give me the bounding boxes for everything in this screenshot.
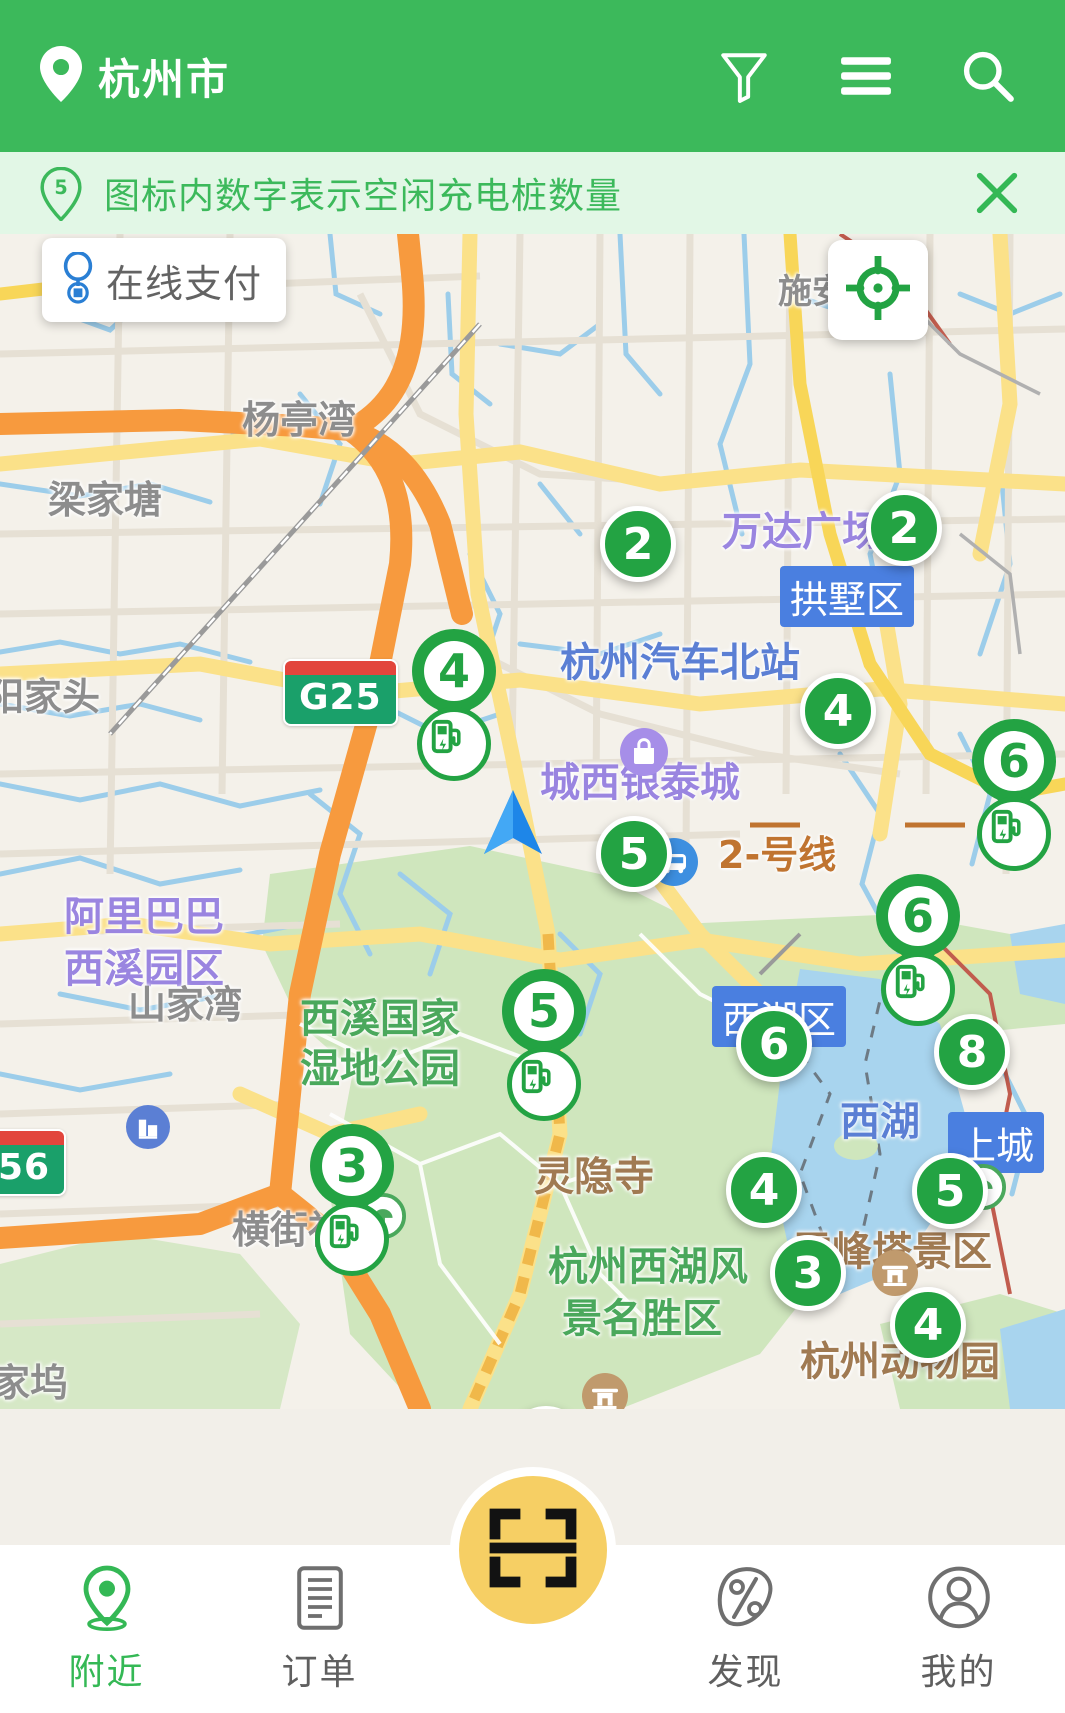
search-icon[interactable]	[961, 49, 1015, 103]
marker-free-count: 3	[770, 1235, 846, 1311]
charging-station-marker[interactable]: 5	[912, 1153, 988, 1229]
nav-label-discover: 发现	[707, 1652, 784, 1693]
marker-free-count: 6	[984, 731, 1044, 791]
charging-station-marker[interactable]: 4	[412, 629, 496, 781]
marker-free-count: 3	[322, 1136, 382, 1196]
user-profile-icon	[927, 1563, 991, 1631]
scan-qr-icon	[487, 1502, 579, 1598]
payment-pin-icon	[60, 251, 96, 308]
location-pin-icon	[77, 1563, 137, 1631]
charging-station-marker[interactable]: 6	[736, 1006, 812, 1082]
shopping-bag-icon	[620, 728, 668, 776]
app-header: 杭州市	[0, 0, 1065, 152]
charging-station-marker[interactable]: 4	[890, 1287, 966, 1363]
discover-icon	[714, 1563, 778, 1631]
nav-item-nearby[interactable]: 附近	[0, 1545, 213, 1695]
nav-label-nearby: 附近	[68, 1652, 145, 1693]
marker-free-count: 5	[514, 981, 574, 1041]
info-banner: 5 图标内数字表示空闲充电桩数量	[0, 152, 1065, 234]
marker-free-count: 4	[424, 641, 484, 701]
marker-free-count: 2	[600, 506, 676, 582]
marker-free-count: 4	[800, 673, 876, 749]
nav-item-discover[interactable]: 发现	[639, 1545, 852, 1695]
charging-station-marker[interactable]: 6	[972, 719, 1056, 871]
office-building-icon	[126, 1105, 170, 1149]
svg-text:5: 5	[54, 176, 67, 199]
marker-pin-head: 4	[412, 629, 496, 713]
charging-station-marker[interactable]: 3	[310, 1124, 394, 1276]
banner-text: 图标内数字表示空闲充电桩数量	[104, 176, 623, 217]
nav-label-orders: 订单	[281, 1652, 358, 1693]
marker-free-count: 2	[866, 490, 942, 566]
marker-free-count: 6	[736, 1006, 812, 1082]
marker-free-count: 4	[890, 1287, 966, 1363]
charging-map-screen: 杭州市 5 图标内数字表示空闲充电桩数量 施安 杨亭湾 梁家塘 万达广场 拱墅区…	[0, 0, 1065, 1713]
charging-pile-icon	[507, 1047, 581, 1121]
charging-station-marker[interactable]: 6	[876, 874, 960, 1026]
charging-station-marker[interactable]: 8	[934, 1014, 1010, 1090]
crosshair-locate-icon	[842, 252, 914, 324]
temple-icon	[582, 1373, 628, 1409]
header-actions	[717, 49, 1025, 103]
close-x-icon[interactable]	[969, 165, 1025, 221]
nav-item-profile[interactable]: 我的	[852, 1545, 1065, 1695]
charging-station-marker[interactable]: 5	[596, 816, 672, 892]
marker-free-count: 5	[596, 816, 672, 892]
marker-pin-head: 3	[310, 1124, 394, 1208]
online-payment-label: 在线支付	[106, 261, 263, 306]
hamburger-menu-icon[interactable]	[839, 49, 893, 103]
locate-me-button[interactable]	[828, 240, 928, 340]
marker-free-count: 5	[912, 1153, 988, 1229]
online-payment-chip[interactable]: 在线支付	[42, 238, 287, 322]
marker-pin-head: 6	[876, 874, 960, 958]
marker-free-count: 5	[508, 1406, 584, 1409]
charging-station-marker[interactable]: 5	[508, 1406, 584, 1409]
charging-station-marker[interactable]: 5	[502, 969, 586, 1121]
order-list-icon	[294, 1563, 346, 1631]
marker-pin-head: 5	[502, 969, 586, 1053]
scan-qr-button[interactable]	[449, 1467, 616, 1633]
charging-pile-icon	[417, 707, 491, 781]
charging-pile-icon	[315, 1202, 389, 1276]
charging-pile-icon	[977, 797, 1051, 871]
location-pin-icon	[40, 46, 82, 106]
charging-station-marker[interactable]: 4	[726, 1152, 802, 1228]
charging-station-marker[interactable]: 2	[866, 490, 942, 566]
marker-free-count: 8	[934, 1014, 1010, 1090]
marker-free-count: 6	[888, 886, 948, 946]
banner-pin-icon: 5	[40, 166, 82, 223]
charging-station-marker[interactable]: 4	[800, 673, 876, 749]
road-shield: 56	[0, 1129, 67, 1196]
charging-station-marker[interactable]: 2	[600, 506, 676, 582]
road-shield-label: 56	[0, 1145, 65, 1194]
city-name: 杭州市	[98, 54, 231, 104]
road-shield: G25	[283, 659, 398, 726]
funnel-filter-icon[interactable]	[717, 49, 771, 103]
charging-station-marker[interactable]: 3	[770, 1235, 846, 1311]
road-shield-label: G25	[285, 675, 396, 724]
nav-label-profile: 我的	[920, 1652, 997, 1693]
map-canvas[interactable]: 施安 杨亭湾 梁家塘 万达广场 拱墅区 杭州汽车北站 阳家头 城西银泰城 2-号线 阿里巴巴 西溪园…	[0, 234, 1065, 1409]
marker-pin-head: 6	[972, 719, 1056, 803]
marker-free-count: 4	[726, 1152, 802, 1228]
nav-item-orders[interactable]: 订单	[213, 1545, 426, 1695]
city-selector[interactable]: 杭州市	[40, 46, 230, 107]
